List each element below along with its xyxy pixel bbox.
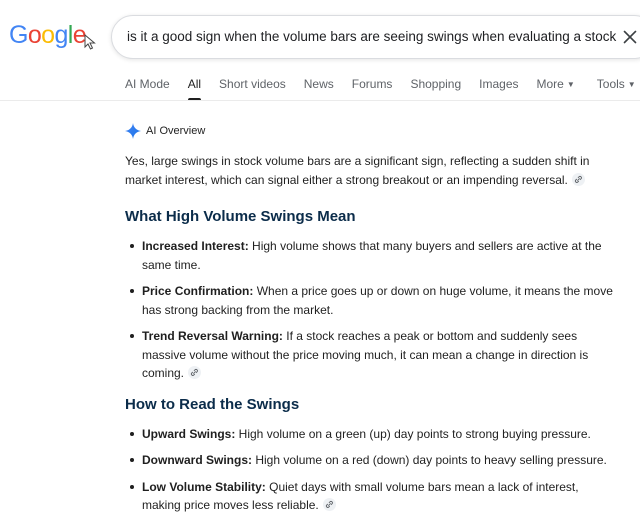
tab-forums[interactable]: Forums — [352, 75, 393, 97]
tab-shopping[interactable]: Shopping — [410, 75, 461, 97]
search-box[interactable]: is it a good sign when the volume bars a… — [111, 15, 640, 59]
logo-letter: o — [27, 21, 42, 49]
item-title: Trend Reversal Warning: — [142, 329, 283, 343]
caret-down-icon: ▼ — [566, 80, 575, 89]
intro-paragraph: Yes, large swings in stock volume bars a… — [125, 152, 615, 189]
list-item: Increased Interest: High volume shows th… — [125, 237, 615, 274]
ai-overview-label: AI Overview — [146, 125, 206, 137]
tab-short-videos[interactable]: Short videos — [219, 75, 286, 97]
tab-ai-mode[interactable]: AI Mode — [125, 75, 170, 97]
list-item: Trend Reversal Warning: If a stock reach… — [125, 327, 615, 383]
tab-all[interactable]: All — [187, 75, 202, 101]
tabs-divider — [0, 100, 640, 101]
tab-label: AI Mode — [125, 77, 170, 91]
intro-text: Yes, large swings in stock volume bars a… — [125, 154, 590, 187]
section-list: Upward Swings: High volume on a green (u… — [125, 425, 615, 515]
logo-letter: G — [9, 21, 28, 49]
tab-images[interactable]: Images — [479, 75, 518, 97]
item-text: High volume on a red (down) day points t… — [252, 453, 607, 467]
tab-label: More — [536, 77, 564, 91]
tab-label: News — [303, 77, 334, 91]
section-list: Increased Interest: High volume shows th… — [125, 237, 615, 383]
list-item: Upward Swings: High volume on a green (u… — [125, 425, 615, 444]
item-title: Increased Interest: — [142, 239, 249, 253]
section-heading: What High Volume Swings Mean — [125, 208, 356, 225]
ai-overview-content: Yes, large swings in stock volume bars a… — [125, 152, 615, 520]
caret-down-icon: ▼ — [627, 80, 636, 89]
link-icon[interactable] — [571, 172, 585, 186]
mouse-cursor-icon — [84, 34, 96, 50]
logo-letter: o — [41, 21, 55, 49]
tab-label: All — [187, 77, 202, 91]
tab-label: Shopping — [410, 77, 462, 91]
tab-label: Tools — [596, 77, 625, 91]
link-icon[interactable] — [188, 366, 202, 379]
logo-letter: g — [54, 21, 68, 49]
list-item: Price Confirmation: When a price goes up… — [125, 282, 615, 319]
item-title: Low Volume Stability: — [142, 479, 266, 494]
link-icon[interactable] — [322, 498, 336, 511]
tab-label: Forums — [351, 77, 393, 91]
ai-overview-header: AI Overview — [125, 123, 205, 139]
tab-label: Images — [479, 77, 519, 91]
search-input[interactable]: is it a good sign when the volume bars a… — [127, 29, 616, 44]
tab-more[interactable]: More ▼ — [537, 75, 575, 97]
section-heading: How to Read the Swings — [125, 395, 300, 413]
list-item: Low Volume Stability: Quiet days with sm… — [125, 478, 615, 515]
item-title: Price Confirmation: — [142, 284, 254, 298]
sparkle-icon — [125, 123, 141, 139]
search-tabs: AI Mode All Short videos News Forums Sho… — [125, 75, 640, 101]
item-title: Downward Swings: — [142, 453, 253, 467]
tab-label: Short videos — [219, 77, 286, 91]
item-text: High volume on a green (up) day points t… — [235, 426, 591, 441]
list-item: Downward Swings: High volume on a red (d… — [125, 451, 615, 470]
tab-news[interactable]: News — [304, 75, 334, 97]
item-title: Upward Swings: — [142, 426, 236, 441]
close-icon[interactable] — [621, 28, 639, 46]
tab-tools[interactable]: Tools ▼ — [597, 75, 636, 97]
google-logo[interactable]: Google — [9, 20, 87, 50]
